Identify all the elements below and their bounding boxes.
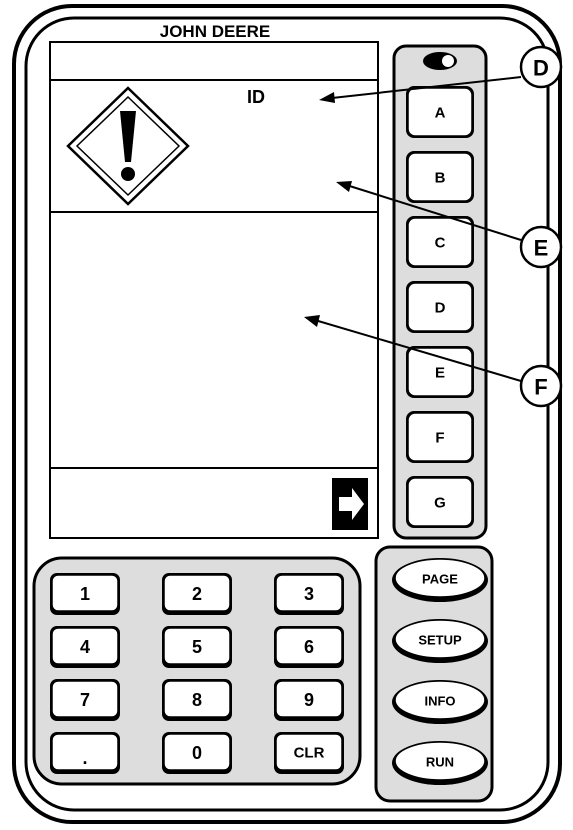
mode-key-label: PAGE bbox=[422, 572, 458, 587]
keypad-key-label: 7 bbox=[80, 690, 90, 710]
callout-f: F bbox=[519, 364, 563, 408]
side-key-label: C bbox=[435, 235, 446, 252]
side-key-a[interactable]: A bbox=[406, 86, 474, 138]
keypad-key-0[interactable]: 0 bbox=[162, 732, 232, 774]
mode-key-label: SETUP bbox=[418, 633, 462, 648]
page-button[interactable]: PAGE bbox=[392, 558, 488, 602]
callout-d: D bbox=[519, 45, 563, 89]
callout-label: F bbox=[534, 375, 547, 400]
mode-key-label: RUN bbox=[426, 755, 454, 770]
info-button[interactable]: INFO bbox=[392, 680, 488, 724]
keypad-key-decimal[interactable]: . bbox=[50, 732, 120, 774]
keypad-key-label: 5 bbox=[192, 637, 202, 657]
side-key-label: F bbox=[435, 430, 444, 447]
arrow-right-icon[interactable] bbox=[332, 478, 368, 530]
keypad-key-label: 9 bbox=[304, 690, 314, 710]
callout-e: E bbox=[519, 225, 563, 269]
keypad-key-3[interactable]: 3 bbox=[274, 573, 344, 615]
keypad-key-5[interactable]: 5 bbox=[162, 626, 232, 668]
keypad-key-6[interactable]: 6 bbox=[274, 626, 344, 668]
side-key-label: E bbox=[435, 365, 445, 382]
screen-footer-area bbox=[50, 468, 378, 538]
side-key-c[interactable]: C bbox=[406, 216, 474, 268]
side-key-label: B bbox=[435, 170, 446, 187]
side-key-label: G bbox=[434, 495, 446, 512]
side-key-label: D bbox=[435, 300, 446, 317]
keypad-key-label: 0 bbox=[192, 743, 202, 763]
keypad-key-clr[interactable]: CLR bbox=[274, 732, 344, 774]
keypad-key-label: CLR bbox=[294, 745, 325, 762]
keypad-key-label: . bbox=[82, 748, 87, 768]
side-key-d[interactable]: D bbox=[406, 281, 474, 333]
keypad-key-label: 2 bbox=[192, 584, 202, 604]
side-key-label: A bbox=[435, 105, 446, 122]
display-console-diagram: JOHN DEERE ID A B C D E F G 1 2 3 4 5 6 7 8 9. 0 CLR PAG… bbox=[12, 4, 563, 824]
side-key-f[interactable]: F bbox=[406, 411, 474, 463]
callout-label: E bbox=[534, 236, 549, 261]
screen-title-area bbox=[50, 42, 378, 80]
setup-button[interactable]: SETUP bbox=[392, 619, 488, 663]
keypad-key-8[interactable]: 8 bbox=[162, 679, 232, 721]
keypad-key-1[interactable]: 1 bbox=[50, 573, 120, 615]
keypad-key-9[interactable]: 9 bbox=[274, 679, 344, 721]
keypad-key-label: 4 bbox=[80, 637, 90, 657]
screen-id-label: ID bbox=[247, 87, 265, 107]
side-key-g[interactable]: G bbox=[406, 476, 474, 528]
keypad-key-label: 6 bbox=[304, 637, 314, 657]
screen-detail-area bbox=[50, 212, 378, 468]
side-key-b[interactable]: B bbox=[406, 151, 474, 203]
keypad-key-label: 1 bbox=[80, 584, 90, 604]
brand-label: JOHN DEERE bbox=[160, 22, 271, 41]
callout-label: D bbox=[533, 56, 549, 81]
side-key-e[interactable]: E bbox=[406, 346, 474, 398]
keypad-key-label: 8 bbox=[192, 690, 202, 710]
keypad-key-2[interactable]: 2 bbox=[162, 573, 232, 615]
run-button[interactable]: RUN bbox=[392, 741, 488, 785]
keypad-key-4[interactable]: 4 bbox=[50, 626, 120, 668]
keypad-key-label: 3 bbox=[304, 584, 314, 604]
contrast-toggle-icon[interactable] bbox=[423, 52, 457, 70]
keypad-key-7[interactable]: 7 bbox=[50, 679, 120, 721]
mode-key-label: INFO bbox=[424, 694, 455, 709]
